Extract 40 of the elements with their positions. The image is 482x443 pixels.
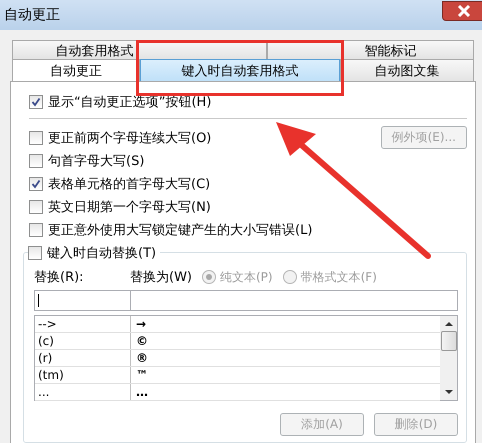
- checkbox[interactable]: [29, 222, 43, 236]
- checkbox[interactable]: [29, 176, 43, 190]
- tab[interactable]: 键入时自动套用格式: [140, 59, 340, 81]
- checkbox[interactable]: [29, 200, 43, 214]
- checkbox[interactable]: [28, 246, 42, 260]
- close-button[interactable]: [442, 1, 482, 21]
- tab[interactable]: 自动更正: [12, 59, 140, 81]
- table-cell: -->: [35, 316, 131, 332]
- table-cell-text: ™: [135, 368, 148, 382]
- table-cell-text: ©: [135, 334, 148, 348]
- window-title: 自动更正: [4, 6, 60, 24]
- checkbox[interactable]: [29, 94, 43, 108]
- table-cell-text: →: [135, 317, 146, 331]
- scroll-down-icon[interactable]: [444, 389, 452, 395]
- table-cell: (r): [35, 350, 131, 366]
- radio-label: 带格式文本(F): [300, 268, 377, 286]
- table-cell-text: ®: [135, 351, 148, 365]
- checkbox-label: 表格单元格的首字母大写(C): [48, 176, 210, 192]
- checkbox[interactable]: [29, 130, 43, 144]
- table-cell: (c): [35, 333, 131, 349]
- tab[interactable]: 智能标记: [267, 40, 474, 59]
- table-cell-text: …: [135, 385, 148, 399]
- tab[interactable]: 自动套用格式: [12, 40, 267, 59]
- table-cell: ...: [35, 384, 131, 400]
- checkbox-label: 句首字母大写(S): [48, 152, 144, 170]
- tab[interactable]: 自动图文集: [340, 59, 474, 81]
- close-icon: [457, 5, 471, 17]
- table-cell: (tm): [35, 367, 131, 383]
- field-label: 替换为(W): [130, 269, 192, 286]
- scrollbar[interactable]: [440, 316, 457, 400]
- checkbox-label: 英文日期第一个字母大写(N): [48, 198, 211, 216]
- checkbox-label: 显示“自动更正选项”按钮(H): [48, 94, 212, 110]
- checkbox-label: 更正前两个字母连续大写(O): [48, 130, 212, 146]
- checkbox-label: 键入时自动替换(T): [47, 244, 156, 262]
- field-label: 替换(R):: [34, 269, 85, 286]
- scroll-up-icon[interactable]: [444, 321, 452, 327]
- checkbox-label: 更正意外使用大写锁定键产生的大小写错误(L): [48, 222, 312, 238]
- radio-label: 纯文本(P): [220, 268, 273, 286]
- checkbox[interactable]: [29, 154, 43, 168]
- scroll-thumb[interactable]: [440, 331, 456, 351]
